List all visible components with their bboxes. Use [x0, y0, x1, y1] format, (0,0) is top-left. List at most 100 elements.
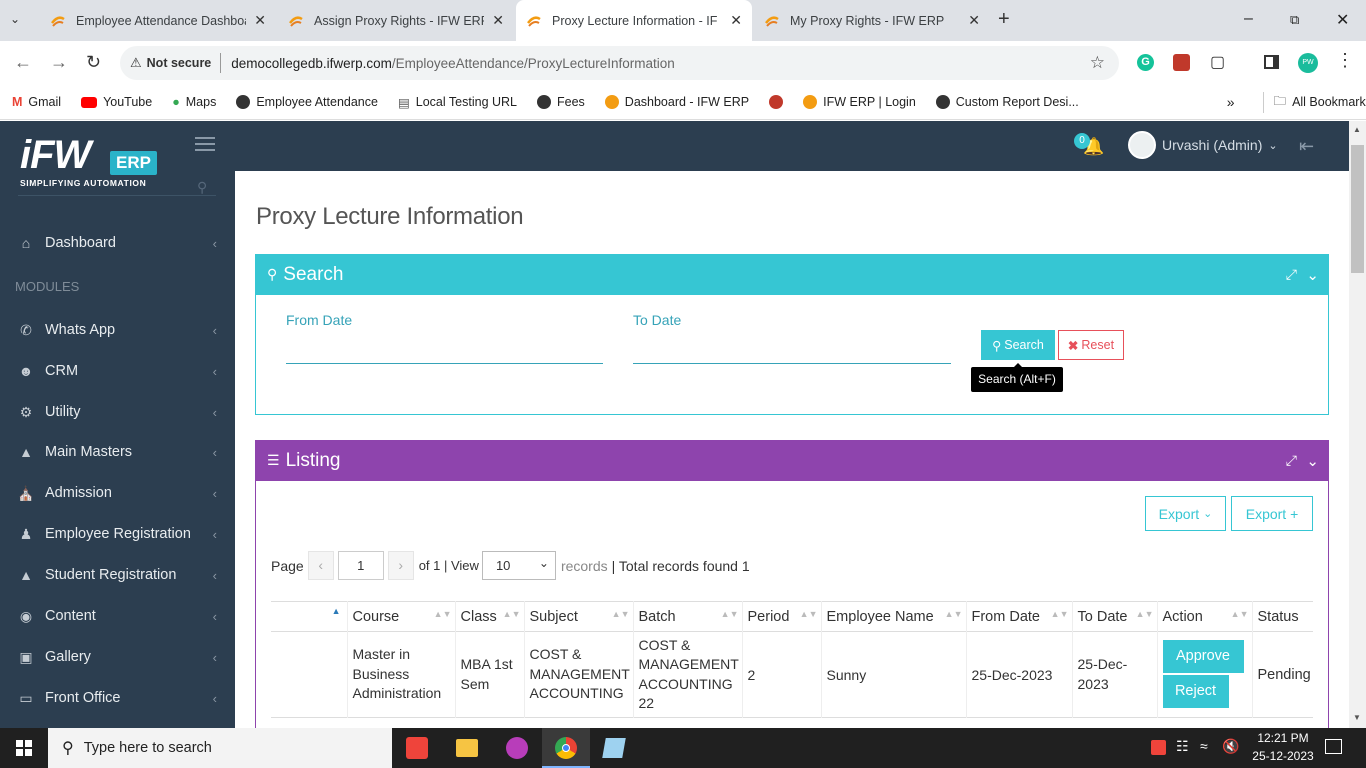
- approve-button[interactable]: Approve: [1162, 640, 1244, 673]
- prev-page-button[interactable]: ‹: [307, 551, 334, 580]
- sidebar-item-front-office[interactable]: ▭ Front Office ‹: [0, 678, 235, 718]
- all-bookmarks[interactable]: 🗀 All Bookmarks: [1262, 91, 1366, 113]
- bookmark-custom-report[interactable]: Custom Report Desi...: [935, 95, 1079, 109]
- bookmark-maps[interactable]: ● Maps: [172, 95, 216, 109]
- next-page-button[interactable]: ›: [387, 551, 414, 580]
- sidebar-item-gallery[interactable]: ▣ Gallery ‹: [0, 637, 235, 677]
- column-header-course[interactable]: Course ▲▼: [347, 601, 456, 632]
- page-scrollbar[interactable]: ▲ ▼: [1349, 121, 1366, 728]
- column-header-period[interactable]: Period ▲▼: [742, 601, 822, 632]
- extensions-puzzle-icon[interactable]: ▢: [1210, 52, 1225, 72]
- sidebar-item-student-registration[interactable]: ▲ Student Registration ‹: [0, 555, 235, 595]
- column-header-action[interactable]: Action ▲▼: [1157, 601, 1253, 632]
- bookmark-employee-attendance[interactable]: Employee Attendance: [236, 95, 378, 109]
- browser-tab-active[interactable]: Proxy Lecture Information - IFW ✕: [516, 0, 752, 41]
- logo[interactable]: iFW ERP SIMPLIFYING AUTOMATION: [18, 131, 168, 189]
- minimize-icon[interactable]: –: [1244, 10, 1253, 28]
- sidebar-item-utility[interactable]: ⚙ Utility ‹: [0, 392, 235, 432]
- sidebar-item-main-masters[interactable]: ▲ Main Masters ‹: [0, 432, 235, 472]
- column-header-class[interactable]: Class ▲▼: [455, 601, 525, 632]
- new-tab-button[interactable]: +: [998, 8, 1010, 31]
- from-date-label: From Date: [286, 312, 353, 328]
- sidebar-item-content[interactable]: ◉ Content ‹: [0, 596, 235, 636]
- expand-icon[interactable]: ⤢: [1286, 452, 1297, 469]
- column-header-subject[interactable]: Subject ▲▼: [524, 601, 634, 632]
- browser-tab[interactable]: Assign Proxy Rights - IFW ERP ✕: [278, 0, 514, 41]
- reject-button[interactable]: Reject: [1162, 675, 1229, 708]
- wps-office-icon[interactable]: [506, 737, 528, 759]
- logout-icon[interactable]: ⇤: [1299, 136, 1314, 157]
- close-icon[interactable]: ✕: [968, 12, 980, 29]
- window-close-icon[interactable]: ✕: [1336, 10, 1349, 30]
- scroll-up-icon[interactable]: ▲: [1353, 125, 1361, 134]
- browser-tab[interactable]: Employee Attendance Dashboa ✕: [40, 0, 276, 41]
- grammarly-icon[interactable]: G: [1137, 54, 1154, 71]
- scrollbar-thumb[interactable]: [1351, 145, 1364, 273]
- tab-search-button[interactable]: ⌄: [10, 12, 20, 26]
- to-date-input[interactable]: [633, 341, 951, 364]
- extension-icon[interactable]: [1173, 54, 1190, 71]
- wifi-icon[interactable]: ≈: [1200, 738, 1208, 754]
- export-dropdown-button[interactable]: Export ⌄: [1145, 496, 1226, 531]
- bookmark-ifw-login[interactable]: IFW ERP | Login: [803, 95, 916, 109]
- chevron-down-icon[interactable]: ⌄: [1306, 266, 1319, 284]
- bookmark-red-icon[interactable]: [769, 95, 789, 109]
- bookmark-local-testing[interactable]: ▤ Local Testing URL: [398, 95, 517, 110]
- column-header-to-date[interactable]: To Date ▲▼: [1072, 601, 1158, 632]
- scroll-down-icon[interactable]: ▼: [1353, 713, 1361, 722]
- from-date-input[interactable]: [286, 341, 603, 364]
- hamburger-menu-icon[interactable]: [195, 137, 215, 153]
- more-bookmarks-icon[interactable]: »: [1227, 94, 1235, 110]
- sidebar-item-employee-registration[interactable]: ♟ Employee Registration ‹: [0, 514, 235, 554]
- user-menu[interactable]: Urvashi (Admin) ⌄: [1128, 131, 1278, 159]
- notification-center-icon[interactable]: [1325, 739, 1342, 754]
- sidebar-item-whats-app[interactable]: ✆ Whats App ‹: [0, 310, 235, 350]
- bookmark-gmail[interactable]: M Gmail: [12, 95, 61, 109]
- bookmark-star-icon[interactable]: ☆: [1090, 53, 1105, 73]
- column-header-employee-name[interactable]: Employee Name ▲▼: [821, 601, 967, 632]
- bookmark-fees[interactable]: Fees: [537, 95, 585, 109]
- close-icon[interactable]: ✕: [254, 12, 266, 29]
- column-header-from-date[interactable]: From Date ▲▼: [966, 601, 1073, 632]
- export-plus-button[interactable]: Export +: [1231, 496, 1313, 531]
- column-header-select[interactable]: ▲: [271, 601, 348, 632]
- forward-icon[interactable]: →: [50, 52, 68, 73]
- security-label[interactable]: Not secure: [147, 56, 212, 70]
- omnibox[interactable]: ⚠ Not secure democollegedb.ifwerp.com/Em…: [120, 46, 1119, 80]
- sidebar-search-icon[interactable]: ⚲: [197, 179, 207, 196]
- chrome-taskbar-icon[interactable]: [542, 728, 590, 768]
- menu-kebab-icon[interactable]: ⋮: [1336, 50, 1354, 71]
- clock-date[interactable]: 25-12-2023: [1248, 749, 1318, 763]
- reload-icon[interactable]: ↻: [86, 52, 101, 73]
- back-icon[interactable]: ←: [14, 52, 32, 73]
- close-icon[interactable]: ✕: [492, 12, 504, 29]
- side-panel-icon[interactable]: [1264, 55, 1279, 69]
- close-icon[interactable]: ✕: [730, 12, 742, 29]
- column-header-status[interactable]: Status: [1252, 602, 1313, 632]
- user-name: Urvashi (Admin): [1162, 137, 1263, 153]
- column-header-batch[interactable]: Batch ▲▼: [633, 601, 743, 632]
- search-button[interactable]: ⚲ Search: [981, 330, 1055, 360]
- clock-time[interactable]: 12:21 PM: [1252, 731, 1314, 745]
- page-number-input[interactable]: 1: [337, 551, 384, 580]
- tray-network-icon[interactable]: ☷: [1176, 738, 1189, 755]
- anydesk-icon[interactable]: [406, 737, 428, 759]
- reset-button[interactable]: ✖ Reset: [1058, 330, 1124, 360]
- page-size-select[interactable]: 10 ⌄: [481, 551, 556, 580]
- sidebar-item-crm[interactable]: ☻ CRM ‹: [0, 351, 235, 391]
- file-explorer-icon[interactable]: [456, 739, 478, 757]
- chevron-down-icon[interactable]: ⌄: [1306, 452, 1319, 470]
- sidebar-item-admission[interactable]: ⛪ Admission ‹: [0, 473, 235, 513]
- windows-start-icon[interactable]: [16, 740, 32, 756]
- bookmark-dashboard[interactable]: Dashboard - IFW ERP: [604, 95, 749, 109]
- sidebar-item-dashboard[interactable]: ⌂ Dashboard ‹: [0, 223, 235, 263]
- profile-avatar[interactable]: PW: [1298, 53, 1318, 73]
- restore-icon[interactable]: ⧉: [1290, 12, 1299, 28]
- expand-icon[interactable]: ⤢: [1286, 266, 1297, 283]
- bookmark-youtube[interactable]: YouTube: [81, 95, 152, 109]
- speaker-muted-icon[interactable]: 🔇: [1222, 738, 1239, 755]
- browser-tab[interactable]: My Proxy Rights - IFW ERP ✕: [754, 0, 990, 41]
- taskbar-search-box[interactable]: ⚲ Type here to search: [48, 728, 392, 768]
- tray-app-icon[interactable]: [1151, 740, 1166, 755]
- notepad-icon[interactable]: [602, 738, 626, 758]
